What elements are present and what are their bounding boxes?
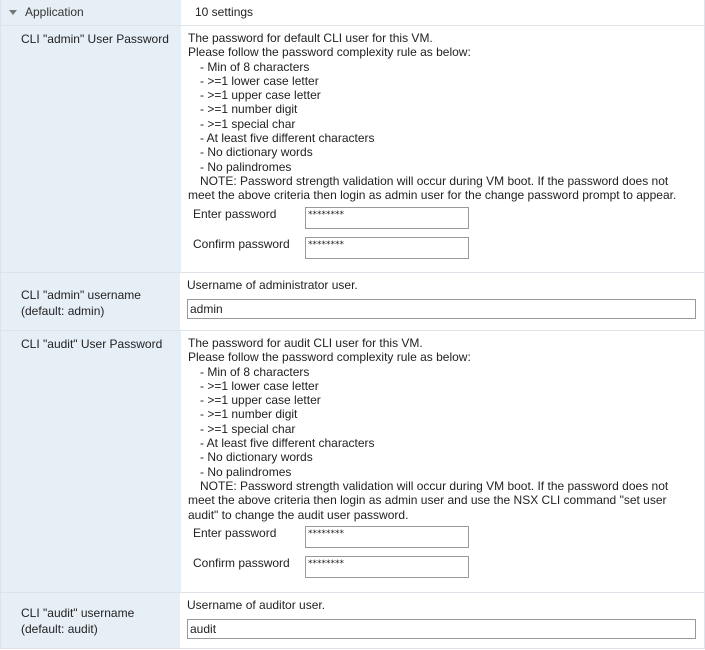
description: The password for audit CLI user for this… xyxy=(188,336,423,350)
rule: - At least five different characters xyxy=(200,131,375,146)
rule: - >=1 upper case letter xyxy=(200,88,321,103)
confirm-password-input[interactable]: ******** xyxy=(305,236,469,259)
section-label: Application xyxy=(25,5,84,19)
application-section-header[interactable]: Application 10 settings xyxy=(0,0,705,26)
setting-audit-username: CLI "audit" username (default: audit) Us… xyxy=(0,593,705,649)
rule: - No dictionary words xyxy=(200,145,313,160)
setting-admin-password: CLI "admin" User Password The password f… xyxy=(0,26,705,273)
note: meet the above criteria then login as ad… xyxy=(188,188,677,203)
setting-label: CLI "audit" username (default: audit) xyxy=(1,593,180,648)
rule: - No palindromes xyxy=(200,464,292,479)
description: Please follow the password complexity ru… xyxy=(188,45,471,60)
rule: - Min of 8 characters xyxy=(200,364,310,379)
rule: - >=1 special char xyxy=(200,421,296,436)
confirm-password-label: Confirm password xyxy=(193,555,290,570)
enter-password-label: Enter password xyxy=(193,525,277,540)
description: Username of administrator user. xyxy=(187,278,358,292)
audit-username-input[interactable]: audit xyxy=(187,619,696,640)
enter-password-input[interactable]: ******** xyxy=(305,525,469,548)
description: Please follow the password complexity ru… xyxy=(188,350,471,365)
setting-admin-username: CLI "admin" username (default: admin) Us… xyxy=(0,273,705,331)
rule: - >=1 upper case letter xyxy=(200,393,321,408)
description: Username of auditor user. xyxy=(187,598,326,612)
enter-password-input[interactable]: ******** xyxy=(305,206,469,229)
description: The password for default CLI user for th… xyxy=(188,31,433,45)
collapse-triangle-icon[interactable] xyxy=(9,10,17,16)
setting-audit-password: CLI "audit" User Password The password f… xyxy=(0,331,705,593)
enter-password-label: Enter password xyxy=(193,206,277,221)
rule: - >=1 lower case letter xyxy=(200,378,319,393)
rule: - No dictionary words xyxy=(200,450,313,465)
rule-list: - Min of 8 characters - >=1 lower case l… xyxy=(188,365,696,479)
note: NOTE: Password strength validation will … xyxy=(200,478,669,493)
rule: - At least five different characters xyxy=(200,436,375,451)
rule: - >=1 special char xyxy=(200,116,296,131)
rule: - No palindromes xyxy=(200,159,292,174)
setting-label: CLI "audit" User Password xyxy=(1,331,181,592)
rule: - >=1 number digit xyxy=(200,102,298,117)
rule: - >=1 number digit xyxy=(200,407,298,422)
note: NOTE: Password strength validation will … xyxy=(200,173,669,188)
rule-list: - Min of 8 characters - >=1 lower case l… xyxy=(188,60,696,174)
setting-label: CLI "admin" username (default: admin) xyxy=(1,273,180,330)
rule: - Min of 8 characters xyxy=(200,59,310,74)
confirm-password-input[interactable]: ******** xyxy=(305,555,469,578)
admin-username-input[interactable]: admin xyxy=(187,299,696,320)
note: meet the above criteria then login as ad… xyxy=(188,493,667,522)
confirm-password-label: Confirm password xyxy=(193,236,290,251)
rule: - >=1 lower case letter xyxy=(200,73,319,88)
settings-count: 10 settings xyxy=(195,5,254,19)
setting-label: CLI "admin" User Password xyxy=(1,26,181,272)
